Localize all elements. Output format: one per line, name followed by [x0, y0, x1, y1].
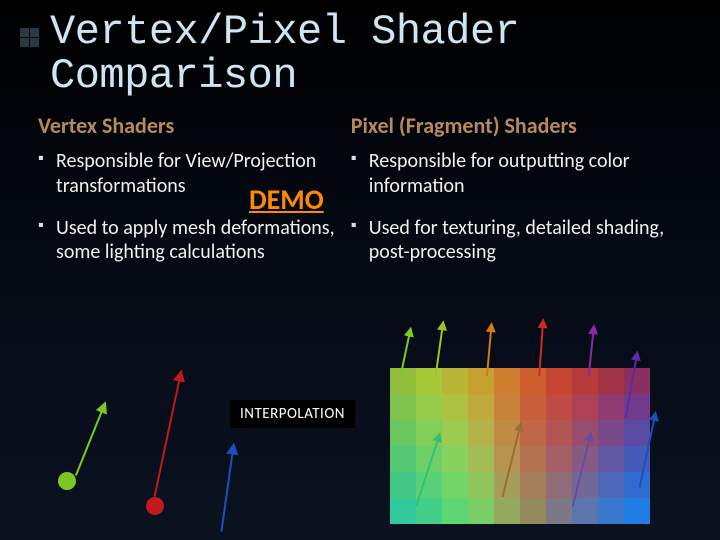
right-list: Responsible for outputting color informa… — [351, 149, 686, 265]
demo-link[interactable]: DEMO — [249, 182, 324, 217]
columns: Vertex Shaders Responsible for View/Proj… — [0, 98, 720, 283]
vertex-dot-red — [146, 497, 164, 515]
title-area: Vertex/Pixel Shader Comparison — [0, 0, 720, 98]
right-column: Pixel (Fragment) Shaders Responsible for… — [351, 112, 686, 283]
list-item: Used to apply mesh deformations, some li… — [38, 216, 343, 265]
list-item: Used for texturing, detailed shading, po… — [351, 216, 686, 265]
arrow-up-icon — [154, 379, 181, 497]
arrow-up-icon — [220, 452, 233, 531]
page-title: Vertex/Pixel Shader Comparison — [50, 10, 682, 98]
list-item: Responsible for outputting color informa… — [351, 149, 686, 198]
arrow-up-icon — [75, 410, 103, 476]
left-heading: Vertex Shaders — [38, 112, 343, 139]
grid-icon — [20, 28, 40, 48]
vertex-dot-green — [58, 472, 76, 490]
pixel-diagram — [390, 328, 650, 528]
pixel-grid — [390, 368, 650, 524]
slide: Vertex/Pixel Shader Comparison Vertex Sh… — [0, 0, 720, 540]
vertex-diagram — [56, 352, 256, 532]
right-heading: Pixel (Fragment) Shaders — [351, 112, 686, 139]
